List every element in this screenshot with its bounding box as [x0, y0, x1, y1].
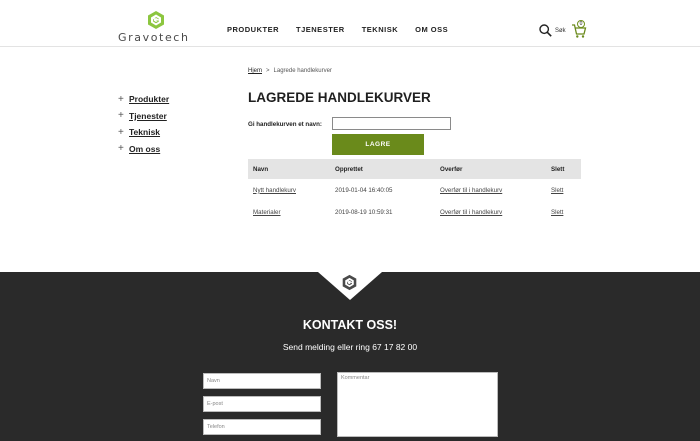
search-button[interactable]: Søk: [539, 24, 566, 37]
contact-subtitle: Send melding eller ring 67 17 82 00: [282, 342, 418, 352]
column-header-transfer: Overfør: [435, 159, 546, 179]
contact-title: KONTAKT OSS!: [302, 318, 398, 332]
breadcrumb-separator: >: [266, 68, 270, 74]
contact-comment-field[interactable]: [337, 372, 498, 437]
nav-item-om-oss[interactable]: OM OSS: [415, 25, 448, 34]
column-header-delete: Slett: [546, 159, 581, 179]
delete-cart-link[interactable]: Slett: [546, 201, 581, 223]
sidebar-menu: + Produkter + Tjenester + Teknisk + Om o…: [118, 91, 169, 157]
cart-name-link[interactable]: Nytt handlekurv: [248, 179, 330, 201]
table-header-row: Navn Opprettet Overfør Slett: [248, 159, 581, 179]
plus-icon: +: [118, 143, 124, 155]
cart-name-link[interactable]: Materialer: [248, 201, 330, 223]
page-title: LAGREDE HANDLEKURVER: [248, 90, 431, 105]
sidebar-item-label: Tjenester: [129, 110, 167, 121]
breadcrumb-current: Lagrede handlekurver: [273, 68, 332, 74]
gravotech-logo[interactable]: Gravotech: [118, 8, 198, 44]
save-button[interactable]: LAGRE: [332, 134, 424, 155]
plus-icon: +: [118, 126, 124, 138]
nav-item-tjenester[interactable]: TJENESTER: [296, 25, 345, 34]
main-navigation: PRODUKTER TJENESTER TEKNISK OM OSS: [227, 25, 448, 34]
sidebar-item-produkter[interactable]: + Produkter: [118, 91, 169, 108]
cart-created-date: 2019-01-04 16:40:05: [335, 186, 393, 194]
contact-name-field[interactable]: [203, 373, 321, 389]
plus-icon: +: [118, 110, 124, 122]
column-header-created: Opprettet: [330, 159, 435, 179]
sidebar-item-label: Om oss: [129, 143, 161, 154]
sidebar-item-tjenester[interactable]: + Tjenester: [118, 108, 169, 125]
sidebar-item-om-oss[interactable]: + Om oss: [118, 141, 169, 158]
cart-count-badge: 0: [577, 20, 585, 28]
nav-item-teknisk[interactable]: TEKNISK: [362, 25, 398, 34]
site-header: Gravotech PRODUKTER TJENESTER TEKNISK OM…: [0, 0, 700, 47]
transfer-to-cart-link[interactable]: Overfør til i handlekurv: [435, 179, 546, 201]
breadcrumb-home-link[interactable]: Hjem: [248, 68, 262, 74]
sidebar-item-label: Produkter: [129, 94, 170, 105]
table-row: Materialer 2019-08-19 10:59:31 Overfør t…: [248, 201, 581, 223]
nav-item-produkter[interactable]: PRODUKTER: [227, 25, 279, 34]
cart-button[interactable]: 0: [571, 20, 587, 39]
breadcrumb: Hjem > Lagrede handlekurver: [248, 68, 332, 74]
cart-name-label: Gi handlekurven et navn:: [248, 121, 322, 128]
search-label: Søk: [555, 27, 566, 34]
delete-cart-link[interactable]: Slett: [546, 179, 581, 201]
table-row: Nytt handlekurv 2019-01-04 16:40:05 Over…: [248, 179, 581, 201]
logo-wordmark: Gravotech: [118, 31, 190, 44]
gravotech-logo-icon: [148, 11, 164, 29]
gravotech-footer-logo-icon: [342, 274, 357, 291]
search-icon: [539, 24, 552, 37]
sidebar-item-label: Teknisk: [129, 127, 161, 138]
saved-carts-table: Navn Opprettet Overfør Slett Nytt handle…: [248, 159, 581, 223]
contact-email-field[interactable]: [203, 396, 321, 412]
transfer-to-cart-link[interactable]: Overfør til i handlekurv: [435, 201, 546, 223]
sidebar-item-teknisk[interactable]: + Teknisk: [118, 124, 169, 141]
contact-phone-field[interactable]: [203, 419, 321, 435]
cart-created-date: 2019-08-19 10:59:31: [335, 208, 393, 216]
cart-name-input[interactable]: [332, 117, 451, 130]
column-header-name: Navn: [248, 159, 330, 179]
plus-icon: +: [118, 93, 124, 105]
